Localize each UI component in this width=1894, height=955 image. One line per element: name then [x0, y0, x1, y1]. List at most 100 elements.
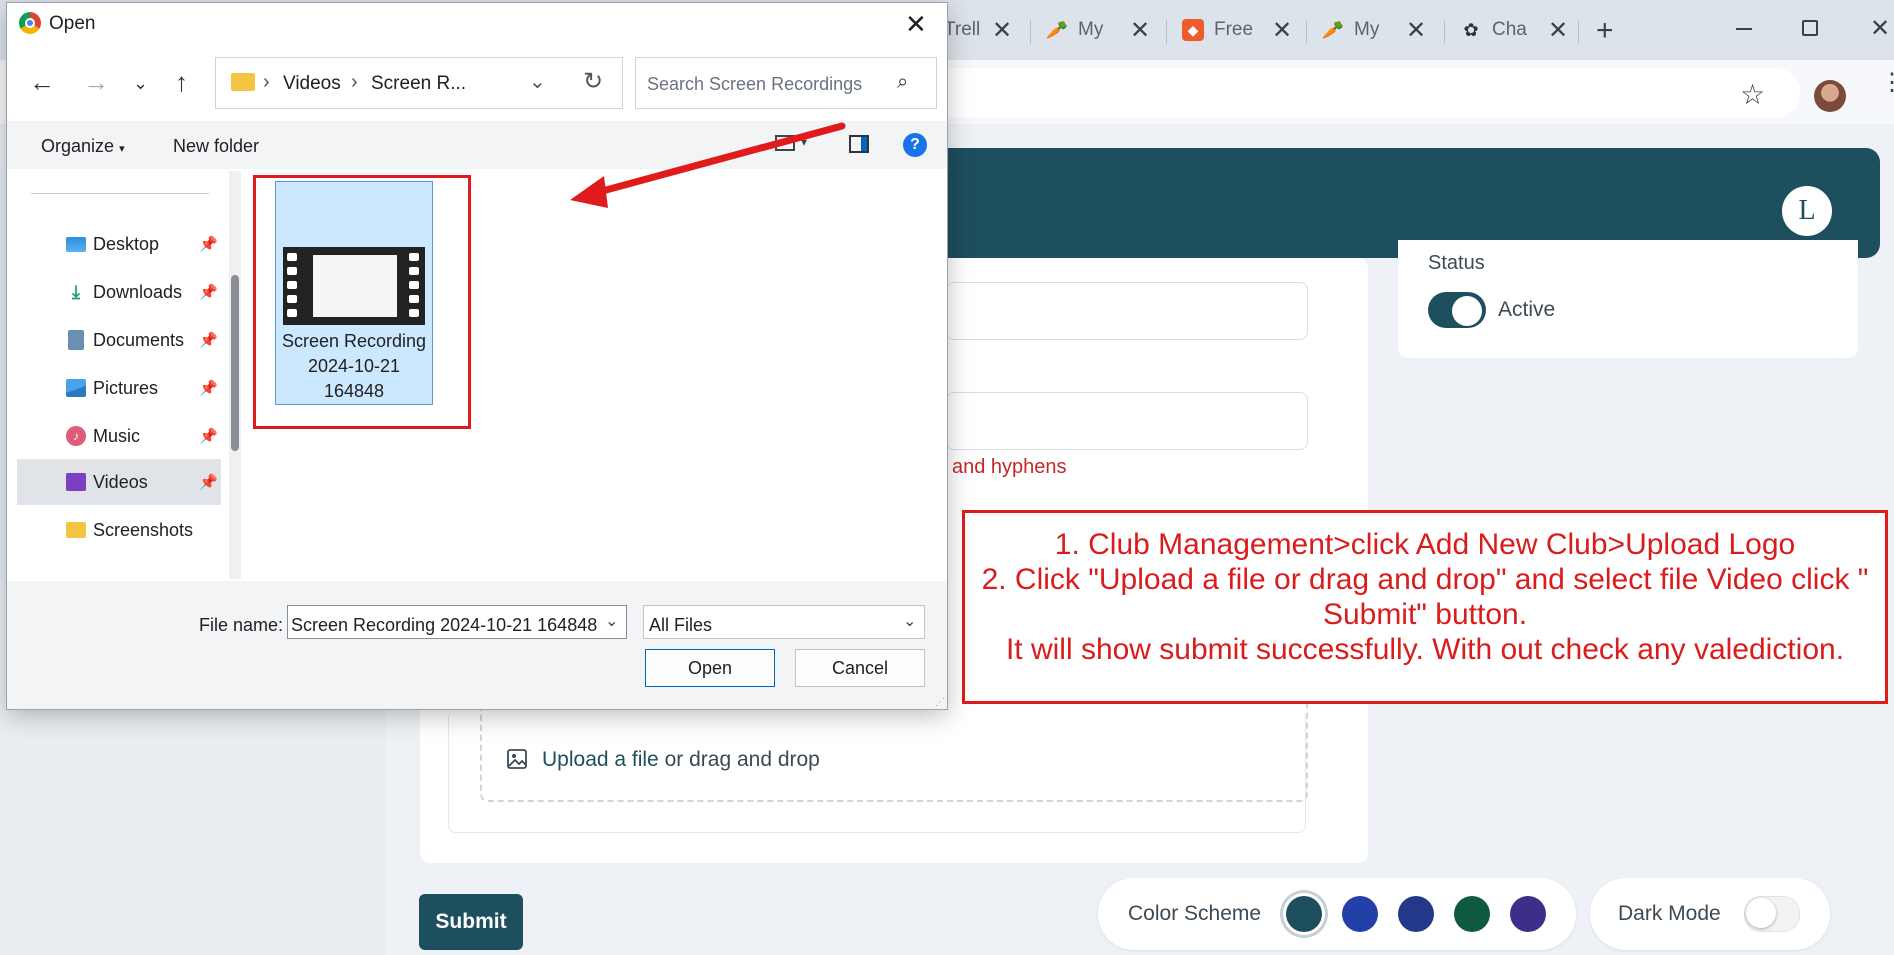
window-close-icon[interactable]: ✕ [1870, 14, 1890, 43]
tab-separator [1030, 20, 1031, 44]
club-name-input[interactable] [946, 282, 1308, 340]
dark-mode-toggle-knob [1746, 898, 1776, 928]
breadcrumb-separator-icon: › [263, 71, 270, 93]
up-arrow-icon[interactable]: ↑ [175, 67, 188, 98]
submit-button[interactable]: Submit [419, 894, 523, 950]
search-placeholder: Search Screen Recordings [647, 74, 863, 94]
note-line: 2. Click "Upload a file or drag and drop… [981, 563, 1869, 596]
club-slug-input[interactable] [946, 392, 1308, 450]
status-value: Active [1498, 298, 1556, 321]
color-swatch-2[interactable] [1342, 896, 1378, 932]
bug-report-note: 1. Club Management>click Add New Club>Up… [962, 510, 1888, 704]
tab-close-icon[interactable]: ✕ [1548, 16, 1568, 45]
browser-tab[interactable]: Trell ✕ [944, 10, 1012, 50]
pin-icon: 📌 [199, 380, 218, 397]
nav-item-documents[interactable]: Documents 📌 [13, 317, 221, 363]
dialog-bottom-bar [7, 581, 947, 709]
address-bar[interactable] [880, 68, 1800, 118]
nav-item-label: Downloads [93, 281, 183, 302]
tab-label: Cha [1492, 19, 1527, 40]
tab-close-icon[interactable]: ✕ [1130, 16, 1150, 45]
browser-tab[interactable]: ◆ Free ✕ [1182, 10, 1292, 50]
breadcrumb-videos[interactable]: Videos [283, 73, 341, 95]
forward-arrow-icon[interactable]: → [83, 67, 109, 98]
bookmark-star-icon[interactable]: ☆ [1740, 78, 1765, 111]
color-swatch-1[interactable] [1286, 896, 1322, 932]
resize-grip-icon[interactable]: ⋰ [935, 697, 945, 708]
nav-item-downloads[interactable]: ⤓ Downloads 📌 [13, 269, 221, 315]
refresh-icon[interactable]: ↻ [583, 67, 603, 96]
annotation-highlight-box [253, 175, 471, 429]
club-logo: L [1782, 186, 1832, 236]
file-type-value: All Files [649, 615, 713, 635]
dropdown-caret-icon: ▾ [119, 143, 125, 155]
color-swatch-5[interactable] [1510, 896, 1546, 932]
nav-item-label: Music [93, 425, 141, 446]
arrow-shaft [580, 122, 846, 200]
color-swatch-3[interactable] [1398, 896, 1434, 932]
pin-icon: 📌 [199, 284, 218, 301]
search-icon: ⌕ [897, 71, 909, 93]
dark-mode-label: Dark Mode [1618, 902, 1721, 925]
nav-item-label: Screenshots [93, 519, 194, 540]
browser-tab[interactable]: ✿ Cha ✕ [1460, 10, 1568, 50]
minimize-icon[interactable] [1736, 28, 1752, 30]
cancel-button[interactable]: Cancel [795, 649, 925, 687]
pin-icon: 📌 [199, 332, 218, 349]
organize-menu[interactable]: Organize ▾ [41, 136, 125, 157]
help-icon[interactable]: ? [903, 133, 927, 157]
chrome-icon-center [25, 18, 35, 28]
address-dropdown-icon[interactable]: ⌄ [529, 69, 546, 94]
profile-avatar[interactable] [1814, 80, 1846, 112]
restore-icon[interactable] [1802, 20, 1818, 36]
organize-label: Organize [41, 136, 115, 156]
breadcrumb-separator-icon: › [351, 71, 358, 93]
upload-rest-text: or drag and drop [658, 748, 820, 771]
nav-scrollbar-thumb[interactable] [231, 275, 239, 451]
browser-tab[interactable]: 🥕 My ✕ [1045, 10, 1150, 50]
nav-item-pictures[interactable]: Pictures 📌 [13, 365, 221, 411]
dialog-close-icon[interactable]: ✕ [905, 9, 927, 40]
color-swatch-4[interactable] [1454, 896, 1490, 932]
pin-icon: 📌 [199, 236, 218, 253]
nav-item-screenshots[interactable]: Screenshots [13, 507, 221, 553]
browser-tab[interactable]: 🥕 My ✕ [1321, 10, 1426, 50]
new-folder-button[interactable]: New folder [173, 136, 259, 157]
nav-item-label: Pictures [93, 377, 159, 398]
nav-item-desktop[interactable]: Desktop 📌 [13, 221, 221, 267]
new-tab-button[interactable]: + [1596, 14, 1614, 48]
note-line: It will show submit successfully. With o… [1005, 633, 1845, 666]
music-icon: ♪ [65, 425, 87, 447]
arrow-head [570, 176, 608, 208]
back-arrow-icon[interactable]: ← [29, 67, 55, 98]
carrot-icon: 🥕 [1045, 19, 1069, 40]
nav-item-label: Desktop [93, 233, 160, 254]
nav-item-music[interactable]: ♪ Music 📌 [13, 413, 221, 459]
tab-close-icon[interactable]: ✕ [992, 16, 1012, 45]
nav-item-label: Documents [93, 329, 185, 350]
note-line: 1. Club Management>click Add New Club>Up… [1054, 528, 1796, 561]
file-type-dropdown-icon[interactable]: ⌄ [903, 611, 916, 631]
nav-item-videos[interactable]: Videos 📌 [13, 459, 221, 505]
upload-instruction: Upload a file or drag and drop [542, 748, 820, 772]
file-name-label: File name: [199, 615, 284, 635]
upload-file-link[interactable]: Upload a file [542, 748, 659, 771]
tab-separator [1578, 20, 1579, 44]
videos-icon [65, 471, 87, 493]
carrot-icon: 🥕 [1321, 19, 1345, 40]
browser-menu-icon[interactable]: ⋮ [1880, 71, 1894, 95]
pin-icon: 📌 [199, 474, 218, 491]
file-name-value: Screen Recording 2024-10-21 164848 [291, 615, 598, 635]
tab-separator [1444, 20, 1445, 44]
open-button[interactable]: Open [645, 649, 775, 687]
nav-divider [31, 193, 209, 194]
breadcrumb-screen-recordings[interactable]: Screen R... [371, 73, 466, 95]
tab-close-icon[interactable]: ✕ [1406, 16, 1426, 45]
badge-icon: ◆ [1182, 19, 1204, 41]
openai-icon: ✿ [1463, 19, 1479, 40]
download-icon: ⤓ [72, 281, 80, 302]
file-name-dropdown-icon[interactable]: ⌄ [605, 611, 618, 631]
tab-close-icon[interactable]: ✕ [1272, 16, 1292, 45]
recent-locations-chevron-icon[interactable]: ⌄ [133, 73, 148, 94]
desktop-icon [65, 233, 87, 255]
